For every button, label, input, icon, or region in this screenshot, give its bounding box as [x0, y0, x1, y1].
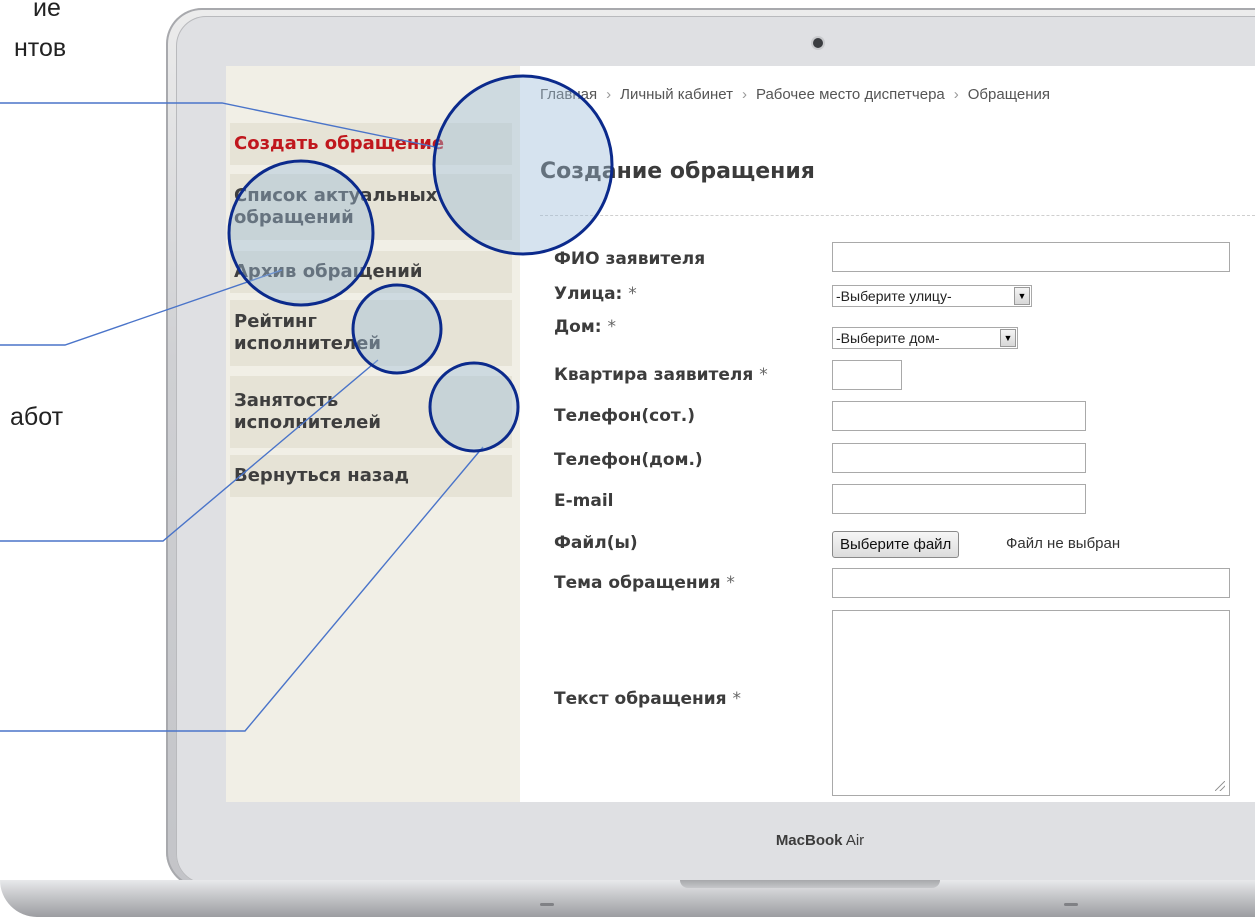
camera-icon: [813, 38, 823, 48]
subject-input[interactable]: [832, 568, 1230, 598]
slide-text-fragment: ие: [33, 0, 61, 22]
home-phone-input[interactable]: [832, 443, 1086, 473]
street-label: Улица: *: [554, 284, 637, 304]
files-label: Файл(ы): [554, 533, 638, 553]
slide-text-fragment: нтов: [14, 34, 67, 62]
email-label: E-mail: [554, 491, 614, 511]
street-select[interactable]: -Выберите улицу- ▼: [832, 285, 1032, 307]
home-phone-label: Телефон(дом.): [554, 450, 703, 470]
apartment-label: Квартира заявителя *: [554, 365, 768, 385]
slide-text-fragment: абот: [10, 403, 64, 431]
breadcrumb-separator: ›: [741, 86, 747, 103]
breadcrumb-separator: ›: [953, 86, 959, 103]
sidebar-item-create-request[interactable]: Создать обращение: [230, 123, 512, 165]
chevron-down-icon[interactable]: ▼: [1000, 329, 1016, 347]
fio-input[interactable]: [832, 242, 1230, 272]
apartment-input[interactable]: [832, 360, 902, 390]
breadcrumb-link[interactable]: Главная: [540, 86, 597, 103]
title-divider: [540, 215, 1255, 216]
house-label: Дом: *: [554, 317, 616, 337]
chevron-down-icon[interactable]: ▼: [1014, 287, 1030, 305]
fio-label: ФИО заявителя: [554, 249, 706, 269]
sidebar-item-go-back[interactable]: Вернуться назад: [230, 455, 512, 497]
laptop-base: [0, 880, 1255, 917]
mobile-phone-input[interactable]: [832, 401, 1086, 431]
subject-label: Тема обращения *: [554, 573, 735, 593]
breadcrumb-separator: ›: [606, 86, 612, 103]
sidebar-item-workload[interactable]: Занятость исполнителей: [230, 376, 512, 448]
laptop-screen: Создать обращение Список актуальных обра…: [226, 66, 1255, 802]
message-text-label: Текст обращения *: [554, 689, 742, 709]
choose-file-button[interactable]: Выберите файл: [832, 531, 960, 558]
sidebar-item-active-requests[interactable]: Список актуальных обращений: [230, 174, 512, 240]
breadcrumb-link[interactable]: Рабочее место диспетчера: [756, 86, 945, 103]
message-textarea[interactable]: [832, 610, 1230, 796]
breadcrumb: Главная › Личный кабинет › Рабочее место дис…: [540, 86, 1050, 103]
resize-grip-icon[interactable]: [1215, 781, 1225, 791]
laptop-foot: [1064, 903, 1078, 906]
email-input[interactable]: [832, 484, 1086, 514]
mobile-phone-label: Телефон(сот.): [554, 406, 696, 426]
page-title: Создание обращения: [540, 159, 815, 184]
laptop-brand: MacBook Air: [775, 832, 865, 849]
laptop-hinge-notch: [680, 880, 940, 888]
sidebar-item-archive[interactable]: Архив обращений: [230, 251, 512, 293]
breadcrumb-current: Обращения: [967, 86, 1050, 103]
breadcrumb-link[interactable]: Личный кабинет: [620, 86, 733, 103]
sidebar: Создать обращение Список актуальных обра…: [226, 66, 520, 802]
sidebar-item-rating[interactable]: Рейтинг исполнителей: [230, 300, 512, 366]
laptop-foot: [540, 903, 554, 906]
house-select[interactable]: -Выберите дом- ▼: [832, 327, 1018, 349]
file-status: Файл не выбран: [1006, 535, 1121, 552]
